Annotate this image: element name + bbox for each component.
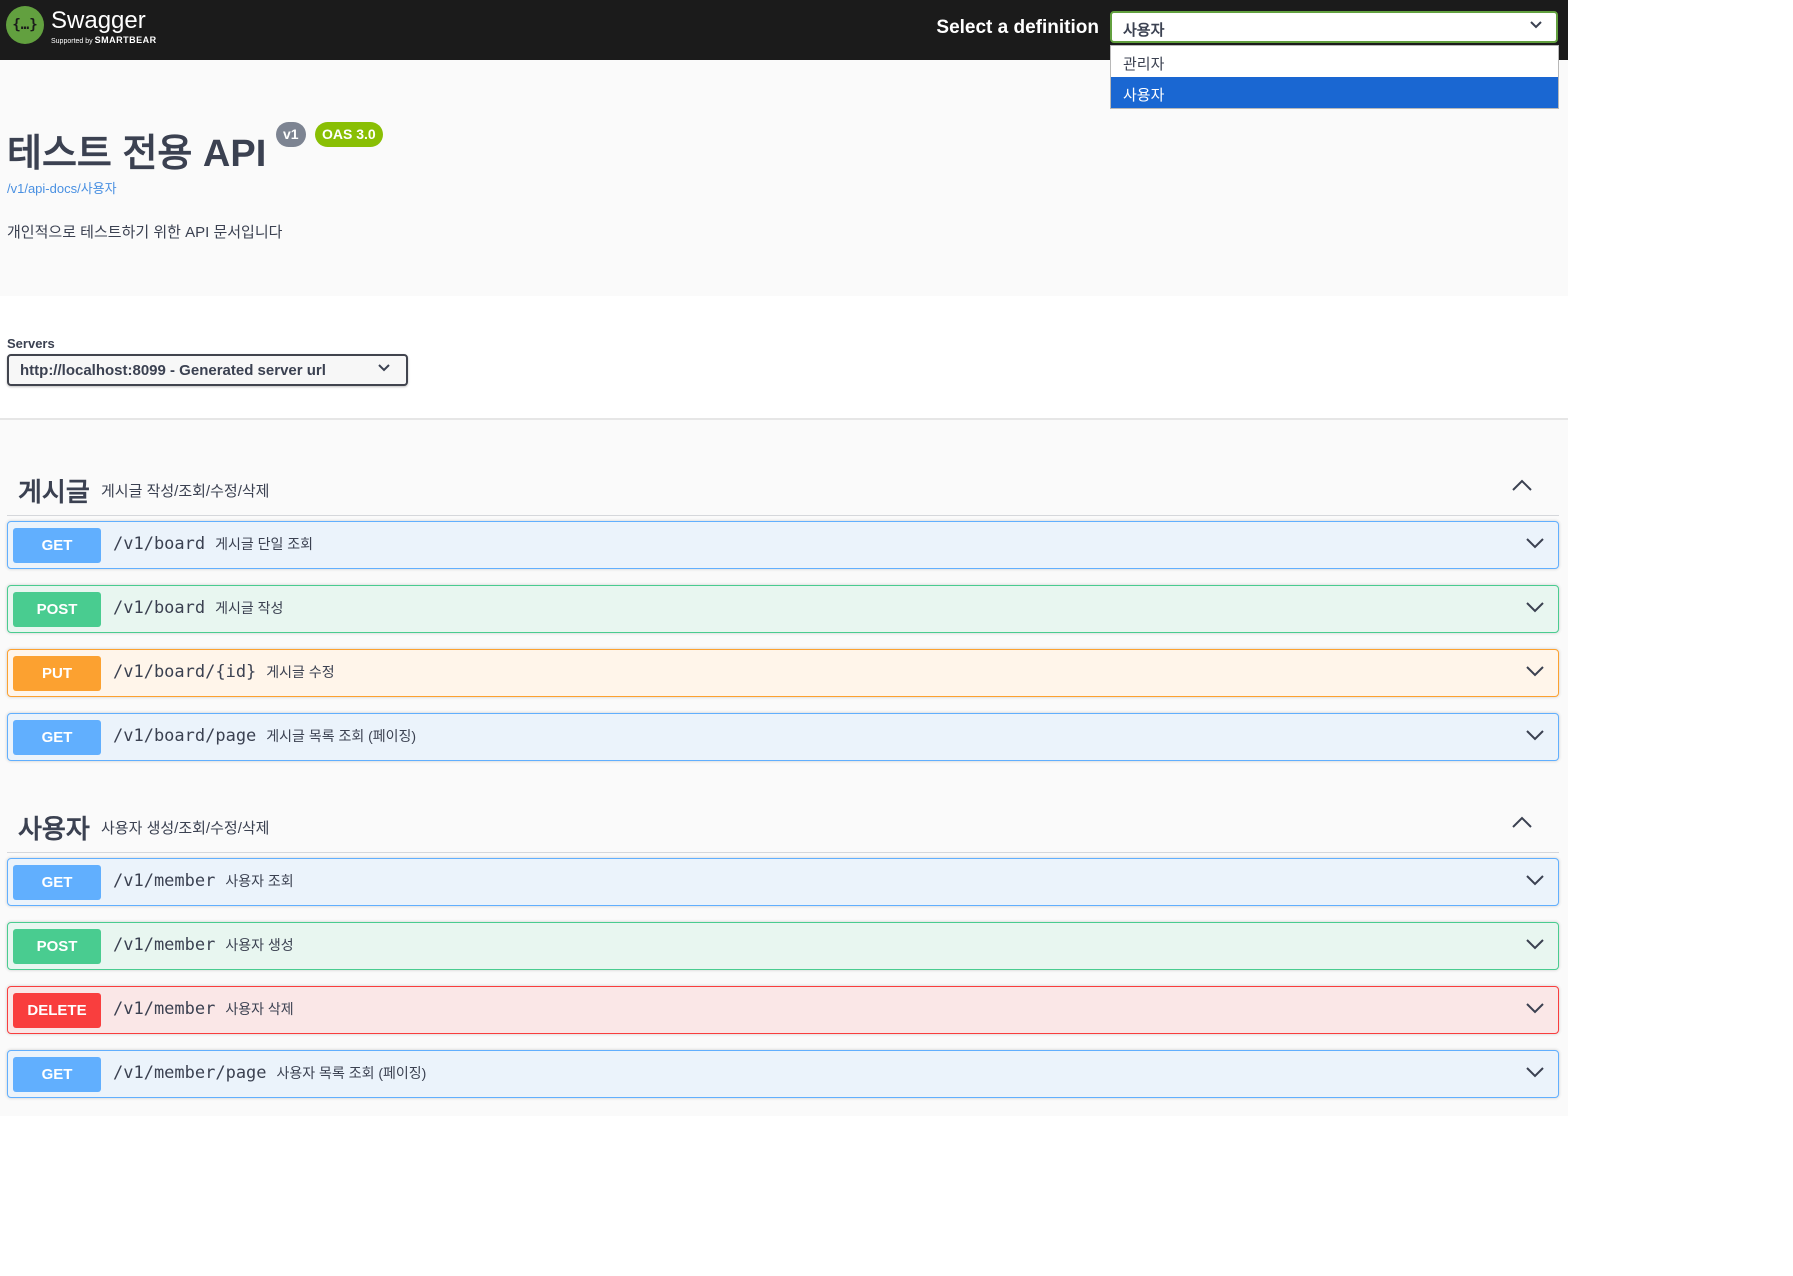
definition-label: Select a definition (936, 17, 1099, 38)
servers-select[interactable]: http://localhost:8099 - Generated server… (7, 354, 408, 386)
tag-name: 게시글 (18, 477, 90, 507)
oas-badge: OAS 3.0 (315, 122, 383, 147)
method-badge: PUT (13, 656, 101, 691)
opblock-get-member-page[interactable]: GET /v1/member/page 사용자 목록 조회 (페이징) (7, 1050, 1559, 1098)
chevron-down-icon (378, 364, 390, 372)
method-badge: GET (13, 1057, 101, 1092)
opblock-put-board-id[interactable]: PUT /v1/board/{id} 게시글 수정 (7, 649, 1559, 697)
method-badge: POST (13, 592, 101, 627)
operation-path-row: /v1/member 사용자 생성 (113, 935, 294, 955)
operation-path: /v1/member (113, 871, 216, 891)
version-badge: v1 (276, 122, 306, 147)
opblock-post-member[interactable]: POST /v1/member 사용자 생성 (7, 922, 1559, 970)
chevron-down-icon[interactable] (1525, 1066, 1545, 1078)
operation-path: /v1/board/{id} (113, 662, 257, 682)
method-badge: GET (13, 720, 101, 755)
operation-summary: 게시글 작성 (215, 600, 284, 616)
operation-summary: 사용자 삭제 (225, 1001, 294, 1017)
spec-url-link[interactable]: /v1/api-docs/사용자 (7, 178, 117, 197)
operation-path: /v1/member/page (113, 1063, 267, 1083)
page-title: 테스트 전용 API (7, 133, 267, 175)
servers-label: Servers (7, 336, 55, 351)
method-badge: GET (13, 865, 101, 900)
chevron-down-icon[interactable] (1525, 938, 1545, 950)
operation-path: /v1/board/page (113, 726, 257, 746)
method-badge: DELETE (13, 993, 101, 1028)
method-badge: GET (13, 528, 101, 563)
logo-name: Swagger (51, 7, 146, 34)
logo-subtitle: Supported by SMARTBEAR (51, 35, 157, 46)
operation-path-row: /v1/member 사용자 삭제 (113, 999, 294, 1019)
operation-path: /v1/member (113, 935, 216, 955)
swagger-logo[interactable]: {…} Swagger Supported by SMARTBEAR (6, 6, 157, 45)
definition-option-admin[interactable]: 관리자 (1111, 46, 1558, 77)
chevron-up-icon[interactable] (1511, 478, 1533, 492)
definition-dropdown-list: 관리자 사용자 (1110, 45, 1559, 109)
chevron-down-icon[interactable] (1525, 601, 1545, 613)
operation-path-row: /v1/board/page 게시글 목록 조회 (페이징) (113, 726, 416, 746)
tag-description: 사용자 생성/조회/수정/삭제 (101, 820, 270, 837)
definition-selected-value: 사용자 (1123, 22, 1165, 39)
operation-path-row: /v1/member/page 사용자 목록 조회 (페이징) (113, 1063, 426, 1083)
operation-path-row: /v1/board/{id} 게시글 수정 (113, 662, 335, 682)
tag-header-member[interactable]: 사용자 사용자 생성/조회/수정/삭제 (7, 797, 1559, 853)
opblock-delete-member[interactable]: DELETE /v1/member 사용자 삭제 (7, 986, 1559, 1034)
opblock-get-member[interactable]: GET /v1/member 사용자 조회 (7, 858, 1559, 906)
operation-path: /v1/board (113, 534, 206, 554)
operation-path: /v1/member (113, 999, 216, 1019)
operation-path-row: /v1/member 사용자 조회 (113, 871, 294, 891)
chevron-up-icon[interactable] (1511, 815, 1533, 829)
definition-select[interactable]: 사용자 (1110, 11, 1558, 43)
operation-path-row: /v1/board 게시글 작성 (113, 598, 283, 618)
opblock-get-board-page[interactable]: GET /v1/board/page 게시글 목록 조회 (페이징) (7, 713, 1559, 761)
opblock-post-board[interactable]: POST /v1/board 게시글 작성 (7, 585, 1559, 633)
operation-summary: 사용자 목록 조회 (페이징) (276, 1065, 427, 1081)
definition-option-user[interactable]: 사용자 (1111, 77, 1558, 108)
operation-summary: 게시글 목록 조회 (페이징) (266, 728, 417, 744)
chevron-down-icon[interactable] (1525, 665, 1545, 677)
operation-summary: 게시글 단일 조회 (215, 536, 314, 552)
chevron-down-icon (1530, 21, 1542, 29)
swagger-logo-icon: {…} (6, 6, 44, 44)
operation-summary: 게시글 수정 (266, 664, 335, 680)
tag-name: 사용자 (18, 814, 90, 844)
operation-path: /v1/board (113, 598, 206, 618)
chevron-down-icon[interactable] (1525, 537, 1545, 549)
api-description: 개인적으로 테스트하기 위한 API 문서입니다 (7, 224, 283, 241)
chevron-down-icon[interactable] (1525, 874, 1545, 886)
opblock-get-board[interactable]: GET /v1/board 게시글 단일 조회 (7, 521, 1559, 569)
chevron-down-icon[interactable] (1525, 729, 1545, 741)
operation-summary: 사용자 생성 (225, 937, 294, 953)
operation-summary: 사용자 조회 (225, 873, 294, 889)
operation-path-row: /v1/board 게시글 단일 조회 (113, 534, 313, 554)
tag-description: 게시글 작성/조회/수정/삭제 (101, 483, 270, 500)
tag-header-board[interactable]: 게시글 게시글 작성/조회/수정/삭제 (7, 460, 1559, 516)
method-badge: POST (13, 929, 101, 964)
chevron-down-icon[interactable] (1525, 1002, 1545, 1014)
servers-selected-value: http://localhost:8099 - Generated server… (20, 362, 326, 379)
